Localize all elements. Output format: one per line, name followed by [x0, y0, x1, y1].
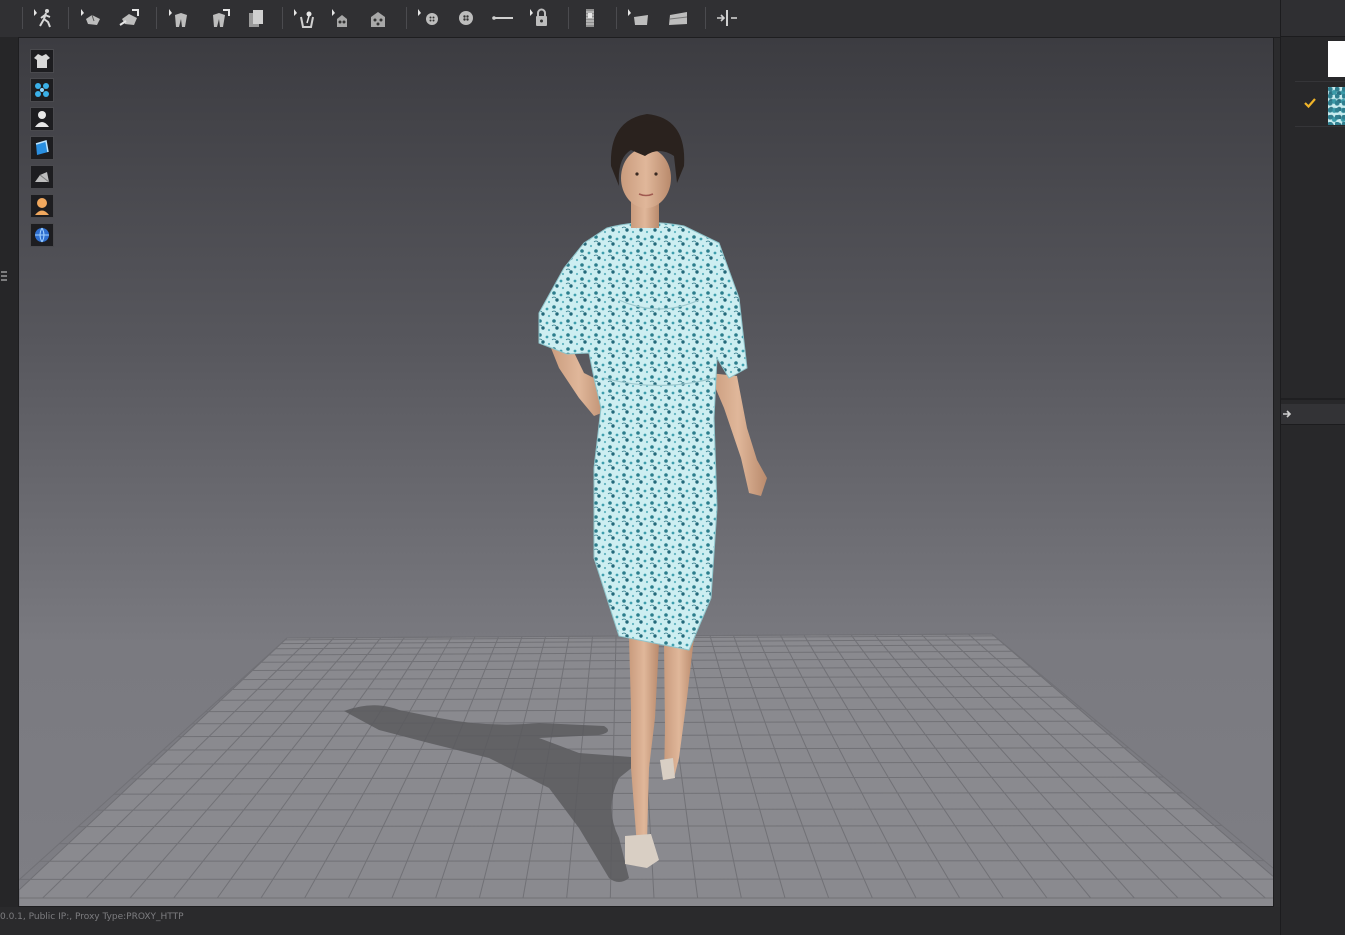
transform-pattern-icon — [119, 9, 139, 26]
avatar-walk-tool-button[interactable] — [30, 5, 58, 31]
shading-icon — [35, 172, 50, 183]
transform-pattern-tool-button[interactable] — [115, 5, 143, 31]
toolbar-separator — [406, 7, 407, 29]
left-panel-strip — [0, 37, 18, 907]
toolbar-separator — [68, 7, 69, 29]
panel-divider[interactable] — [1281, 398, 1345, 400]
avatar-skin-icon — [35, 198, 49, 215]
material-swatch-white — [1328, 41, 1345, 77]
material-panel — [1280, 0, 1345, 935]
environment-button[interactable] — [30, 223, 54, 247]
measure-tool-button[interactable] — [713, 5, 741, 31]
avatar-display-button[interactable] — [30, 107, 54, 131]
material-swatch-floral — [1328, 87, 1345, 125]
check-icon — [1304, 98, 1316, 109]
pin-tool-button[interactable] — [290, 5, 318, 31]
material-list-item-selected[interactable] — [1295, 82, 1345, 127]
select-pattern-icon — [81, 9, 100, 25]
3d-viewport[interactable] — [18, 37, 1274, 907]
fabric-render-button[interactable] — [30, 136, 54, 160]
measure-icon — [717, 10, 737, 26]
avatar-display-icon — [35, 111, 49, 127]
toolbar-separator — [705, 7, 706, 29]
material-list-item[interactable] — [1295, 37, 1345, 82]
zipper-tool-button[interactable] — [576, 5, 604, 31]
trim-tool-button[interactable] — [664, 5, 692, 31]
select-button-icon — [418, 9, 438, 25]
status-bar: 0.0.1, Public IP:, Proxy Type:PROXY_HTTP — [0, 907, 1280, 935]
select-button-tool-button[interactable] — [414, 5, 442, 31]
avatar-dress — [538, 221, 748, 651]
toolbar-separator — [282, 7, 283, 29]
material-panel-header — [1281, 0, 1345, 37]
3d-scene — [19, 114, 1273, 906]
group-tack-icon — [371, 12, 385, 27]
avatar-skin-button[interactable] — [30, 194, 54, 218]
fabric-render-icon — [35, 140, 49, 155]
buttonhole-lock-icon — [530, 8, 547, 26]
button-tool-button[interactable] — [452, 5, 480, 31]
arrow-right-icon[interactable] — [1281, 407, 1293, 421]
group-tack-tool-button[interactable] — [364, 5, 392, 31]
move-mesh-icon — [213, 9, 230, 27]
toolbar-separator — [22, 7, 23, 29]
toolbar-separator — [568, 7, 569, 29]
panel-tab-bar[interactable] — [1281, 404, 1345, 425]
zipper-icon — [586, 9, 594, 27]
avatar-right-arm — [709, 373, 767, 496]
main-toolbar — [0, 0, 1280, 38]
select-mesh-tool-button[interactable] — [165, 5, 193, 31]
tack-icon — [332, 9, 347, 27]
select-trim-tool-button[interactable] — [624, 5, 652, 31]
tack-tool-button[interactable] — [328, 5, 356, 31]
status-text: 0.0.1, Public IP:, Proxy Type:PROXY_HTTP — [0, 912, 184, 922]
select-mesh-icon — [169, 9, 187, 27]
fold-arrangement-icon — [249, 10, 263, 27]
move-mesh-tool-button[interactable] — [205, 5, 233, 31]
toolbar-separator — [616, 7, 617, 29]
button-icon — [459, 11, 473, 25]
select-pattern-tool-button[interactable] — [77, 5, 105, 31]
toolbar-separator — [156, 7, 157, 29]
trim-icon — [669, 12, 688, 25]
avatar-face — [621, 148, 671, 208]
buttonhole-tool-button[interactable] — [526, 5, 554, 31]
select-trim-icon — [628, 9, 648, 25]
fold-arrangement-tool-button[interactable] — [242, 5, 270, 31]
particle-display-icon — [35, 83, 49, 97]
environment-globe-icon — [35, 227, 49, 243]
avatar-walk-icon — [34, 9, 51, 28]
garment-display-icon — [34, 54, 50, 68]
panel-collapse-handle-icon[interactable] — [0, 269, 8, 283]
pin-icon — [294, 9, 314, 28]
viewport-display-toolbar — [30, 49, 56, 252]
topstitch-line-icon — [492, 16, 513, 20]
garment-display-button[interactable] — [30, 49, 54, 73]
particle-display-button[interactable] — [30, 78, 54, 102]
topstitch-tool-button[interactable] — [489, 5, 517, 31]
shading-button[interactable] — [30, 165, 54, 189]
